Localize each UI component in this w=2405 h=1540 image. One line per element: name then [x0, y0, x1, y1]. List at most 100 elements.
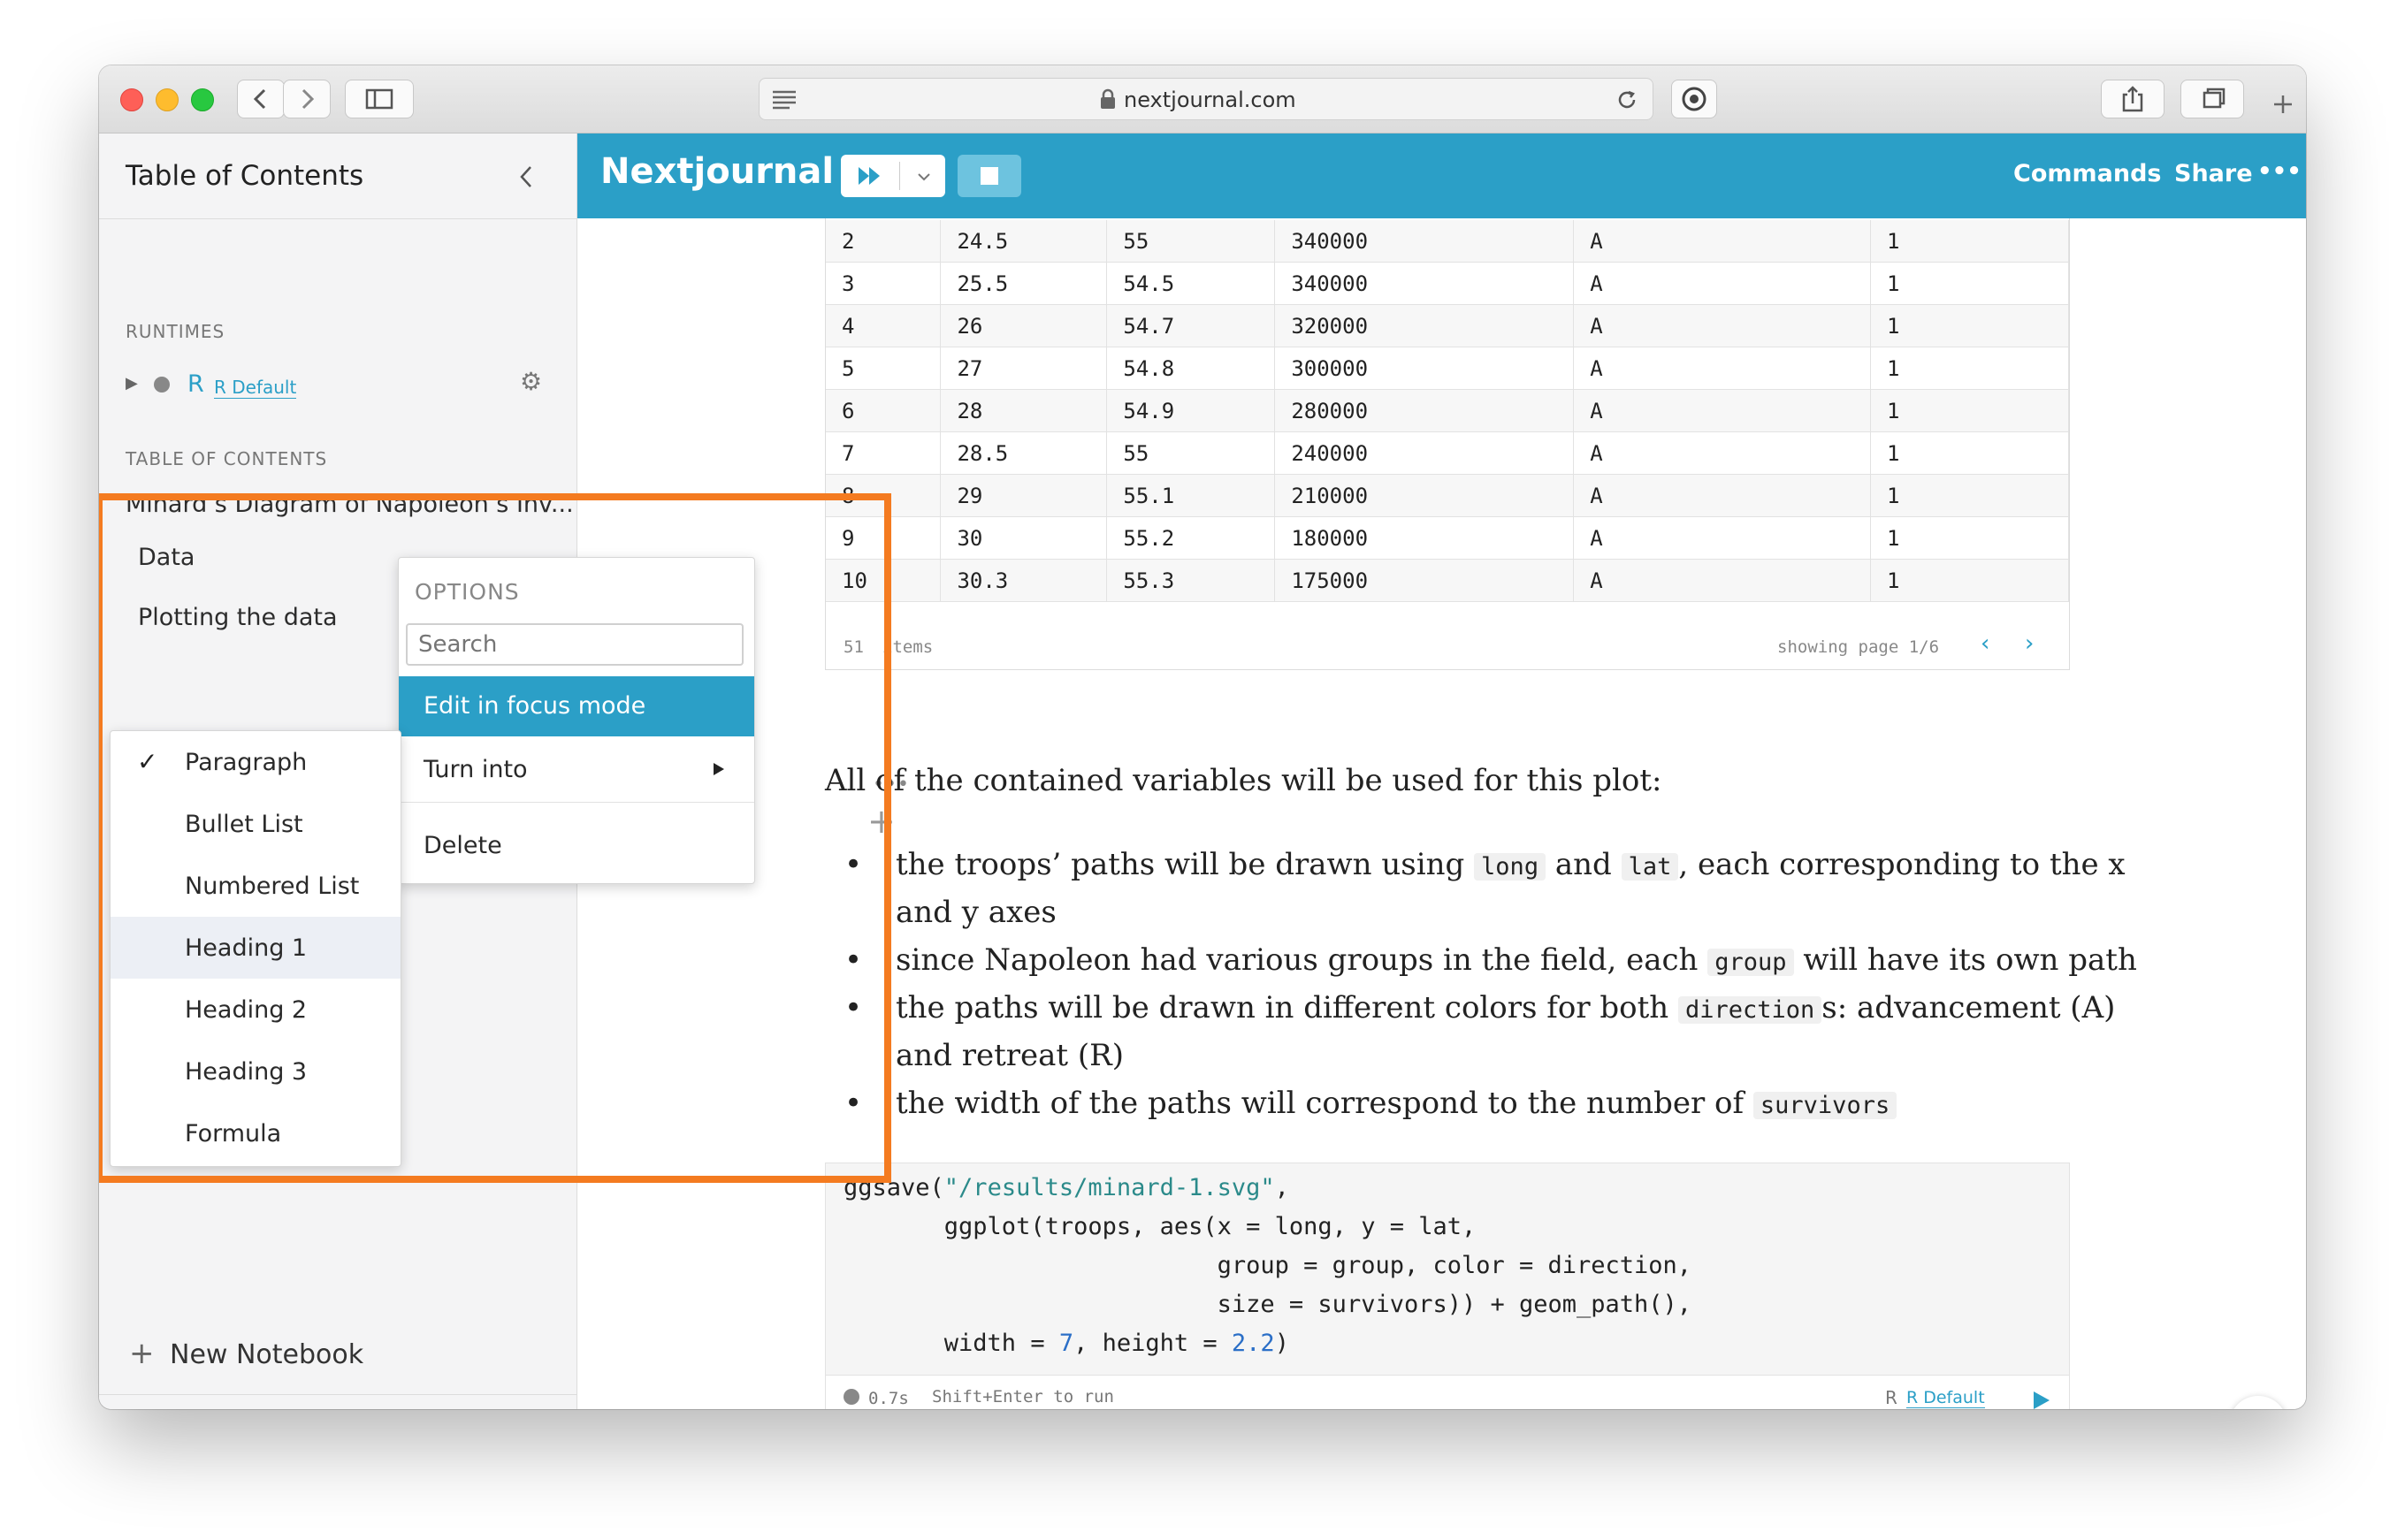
- toc-heading: TABLE OF CONTENTS: [126, 448, 328, 469]
- zoom-window-button[interactable]: [191, 88, 214, 111]
- table-cell: 2: [826, 220, 942, 263]
- text-run: the paths will be drawn in different col…: [896, 990, 1669, 1025]
- pagination-status: showing page 1/6: [1777, 637, 1940, 657]
- share-browser-button[interactable]: [2101, 80, 2164, 118]
- text-run: since Napoleon had various groups in the…: [896, 942, 1699, 978]
- password-manager-button[interactable]: [1671, 80, 1717, 118]
- table-cell: A: [1573, 389, 1872, 432]
- sidebar-icon: [365, 88, 393, 110]
- table-cell: 180000: [1274, 516, 1575, 560]
- code-survivors: survivors: [1752, 1092, 1897, 1119]
- help-button[interactable]: ?: [2229, 1396, 2287, 1409]
- list-item-text: the width of the paths will correspond t…: [896, 1079, 1897, 1130]
- run-cell-play-icon[interactable]: [2032, 1390, 2051, 1409]
- browser-toolbar: nextjournal.com: [99, 65, 2306, 133]
- table-row: 10 30.3 55.3 175000 A 1: [826, 559, 2069, 602]
- chevron-right-icon: [302, 88, 315, 110]
- prev-page-icon[interactable]: ‹: [1981, 630, 1989, 657]
- table-cell: 28.5: [940, 431, 1108, 475]
- table-cell: 6: [826, 389, 942, 432]
- nextjournal-logo[interactable]: Nextjournal: [600, 151, 834, 192]
- list-item-text: the troops’ paths will be drawn using lo…: [896, 841, 2126, 891]
- next-page-icon[interactable]: ›: [2025, 630, 2034, 657]
- runtime-settings-gear-icon[interactable]: ⚙: [520, 367, 542, 396]
- table-cell: 280000: [1274, 389, 1575, 432]
- table-cell: 55: [1106, 431, 1276, 475]
- table-row: 7 28.5 55 240000 A 1: [826, 431, 2069, 475]
- table-cell: 54.7: [1106, 304, 1276, 347]
- table-cell: 1: [1870, 516, 2069, 560]
- code-cell[interactable]: ggsave("/results/minard-1.svg", ggplot(t…: [825, 1163, 2070, 1376]
- new-tab-button[interactable]: [2262, 85, 2304, 122]
- highlight-annotation-box: [99, 493, 891, 1183]
- table-cell: 340000: [1274, 220, 1575, 263]
- data-table-panel: 2 24.5 55 340000 A 1 3 25.5 54.5 340000 A 1 4 26 54.7 3…: [825, 218, 2070, 670]
- close-window-button[interactable]: [120, 88, 143, 111]
- back-button[interactable]: [237, 80, 285, 118]
- table-cell: 1: [1870, 559, 2069, 602]
- commands-button[interactable]: Commands: [2013, 160, 2161, 187]
- table-cell: 320000: [1274, 304, 1575, 347]
- share-icon: [2122, 86, 2143, 112]
- runtimes-heading: RUNTIMES: [126, 321, 225, 342]
- text-run: s: advancement (A): [1821, 990, 2116, 1025]
- collapse-sidebar-icon[interactable]: [515, 162, 539, 192]
- tabs-icon: [2203, 88, 2226, 109]
- code-token: , height =: [1073, 1330, 1232, 1357]
- run-all-dropdown[interactable]: [841, 155, 945, 197]
- table-cell: 210000: [1274, 474, 1575, 517]
- code-line-2: ggplot(troops, aes(x = long, y = lat,: [844, 1213, 1477, 1240]
- table-cell: 29: [940, 474, 1108, 517]
- text-run: , each corresponding to the x: [1678, 847, 2126, 882]
- chevron-down-icon: [918, 173, 930, 181]
- run-all-icon: [859, 167, 880, 185]
- cell-status-icon: [844, 1389, 859, 1405]
- tabs-overview-button[interactable]: [2180, 80, 2244, 118]
- password-icon: [1682, 87, 1706, 111]
- list-item-text: since Napoleon had various groups in the…: [896, 936, 2137, 987]
- table-cell: 55.3: [1106, 559, 1276, 602]
- minimize-window-button[interactable]: [156, 88, 179, 111]
- table-cell: A: [1573, 262, 1872, 305]
- sidebar-header: Table of Contents: [99, 133, 576, 219]
- nextjournal-topbar: Nextjournal Commands Share •••: [577, 133, 2306, 218]
- share-button[interactable]: Share: [2174, 160, 2253, 187]
- table-cell: 54.5: [1106, 262, 1276, 305]
- table-cell: 1: [1870, 220, 2069, 263]
- table-cell: A: [1573, 474, 1872, 517]
- table-cell: 1: [1870, 304, 2069, 347]
- table-cell: 24.5: [940, 220, 1108, 263]
- add-notebook-icon[interactable]: +: [129, 1336, 155, 1371]
- code-line-3: group = group, color = direction,: [844, 1252, 1692, 1279]
- table-cell: 1: [1870, 431, 2069, 475]
- paragraph-intro[interactable]: All of the contained variables will be u…: [825, 763, 1661, 798]
- table-cell: 4: [826, 304, 942, 347]
- table-cell: 25.5: [940, 262, 1108, 305]
- help-icon: ?: [2248, 1408, 2265, 1409]
- code-lat: lat: [1621, 853, 1679, 881]
- reload-icon[interactable]: [1614, 87, 1640, 113]
- table-cell: 55.1: [1106, 474, 1276, 517]
- runtime-language: R: [187, 370, 204, 398]
- list-item-text: the paths will be drawn in different col…: [896, 984, 2115, 1034]
- code-line-4: size = survivors)) + geom_path(),: [844, 1291, 1692, 1318]
- reader-icon[interactable]: [770, 88, 798, 111]
- expand-runtime-icon[interactable]: ▶: [126, 374, 138, 393]
- table-row: 3 25.5 54.5 340000 A 1: [826, 262, 2069, 305]
- address-bar[interactable]: nextjournal.com: [759, 78, 1653, 120]
- table-row: 2 24.5 55 340000 A 1: [826, 220, 2069, 263]
- new-notebook-link[interactable]: New Notebook: [170, 1339, 363, 1370]
- cell-runtime-link[interactable]: R Default: [1906, 1388, 1985, 1408]
- more-options-icon[interactable]: •••: [2257, 158, 2302, 185]
- forward-button[interactable]: [283, 80, 331, 118]
- code-long: long: [1474, 853, 1546, 881]
- table-row: 5 27 54.8 300000 A 1: [826, 347, 2069, 390]
- stop-button[interactable]: [958, 155, 1021, 197]
- code-direction: direction: [1677, 996, 1822, 1024]
- code-token: ,: [1274, 1174, 1289, 1201]
- sidebar-toggle-button[interactable]: [345, 80, 414, 118]
- table-cell: A: [1573, 516, 1872, 560]
- code-token: ): [1274, 1330, 1289, 1357]
- runtime-name-link[interactable]: R Default: [214, 377, 297, 399]
- code-cell-footer: 0.7s Shift+Enter to run R R Default: [825, 1375, 2070, 1409]
